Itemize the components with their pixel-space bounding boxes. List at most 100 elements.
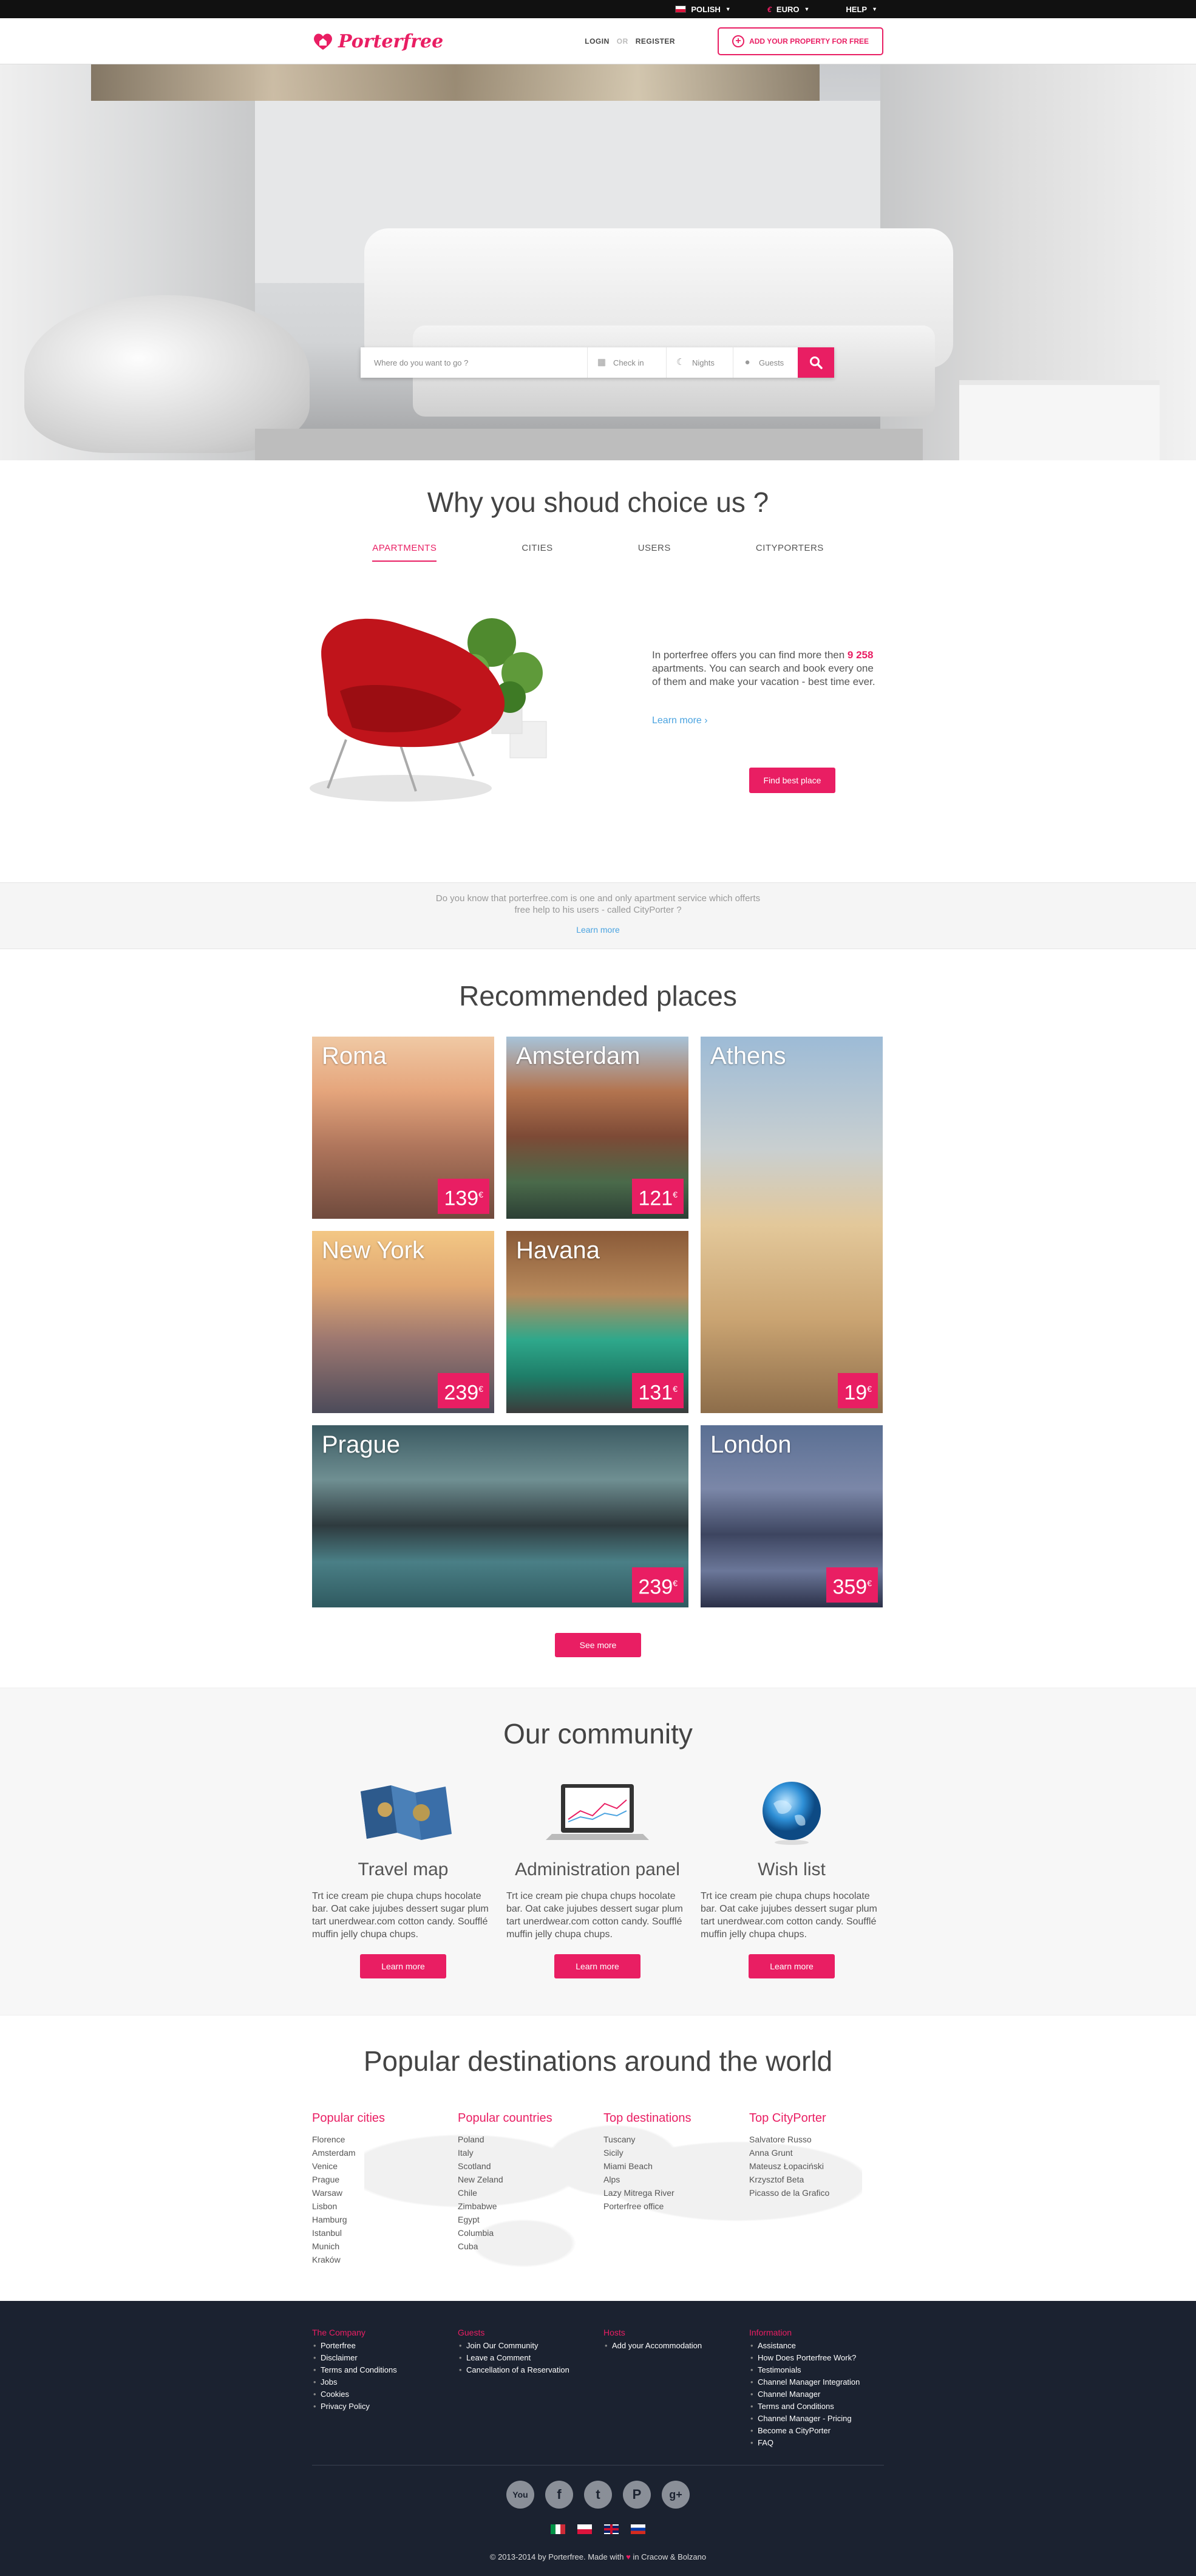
uk-flag-icon[interactable] bbox=[604, 2524, 619, 2534]
footer-link[interactable]: Become a CityPorter bbox=[749, 2425, 889, 2437]
destination-link[interactable]: Alps bbox=[603, 2173, 737, 2186]
destination-link[interactable]: Florence bbox=[312, 2133, 446, 2146]
poland-flag-icon[interactable] bbox=[577, 2524, 592, 2534]
place-card-london[interactable]: London 359€ bbox=[701, 1425, 883, 1607]
twitter-icon[interactable]: t bbox=[584, 2481, 612, 2509]
notice-learn-more-link[interactable]: Learn more bbox=[0, 924, 1196, 936]
destination-link[interactable]: Amsterdam bbox=[312, 2146, 446, 2159]
why-learn-more-link[interactable]: Learn more › bbox=[652, 715, 708, 726]
footer-company-column: The Company Porterfree Disclaimer Terms … bbox=[312, 2326, 452, 2413]
destination-link[interactable]: Poland bbox=[458, 2133, 591, 2146]
destination-link[interactable]: Munich bbox=[312, 2240, 446, 2253]
price-currency: € bbox=[478, 1383, 483, 1394]
nights-field[interactable]: ☾ Nights bbox=[667, 347, 733, 378]
place-card-new-york[interactable]: New York 239€ bbox=[312, 1231, 494, 1413]
footer-link[interactable]: Cookies bbox=[312, 2388, 452, 2401]
place-card-roma[interactable]: Roma 139€ bbox=[312, 1037, 494, 1219]
footer-link[interactable]: Disclaimer bbox=[312, 2352, 452, 2364]
pinterest-icon[interactable]: P bbox=[623, 2481, 651, 2509]
logo[interactable]: Porterfree bbox=[313, 31, 443, 52]
footer-link[interactable]: Terms and Conditions bbox=[312, 2364, 452, 2376]
register-link[interactable]: REGISTER bbox=[636, 37, 675, 46]
place-card-prague[interactable]: Prague 239€ bbox=[312, 1425, 688, 1607]
learn-more-button[interactable]: Learn more bbox=[554, 1954, 640, 1978]
footer-link[interactable]: How Does Porterfree Work? bbox=[749, 2352, 889, 2364]
destination-link[interactable]: Lisbon bbox=[312, 2199, 446, 2213]
top-bar: POLISH ▼ € EURO ▼ HELP ▼ bbox=[0, 0, 1196, 18]
cityporter-link[interactable]: Anna Grunt bbox=[749, 2146, 883, 2159]
tab-users[interactable]: USERS bbox=[638, 543, 671, 562]
why-description: In porterfree offers you can find more t… bbox=[652, 649, 883, 689]
googleplus-icon[interactable]: g+ bbox=[662, 2481, 690, 2509]
cityporter-link[interactable]: Picasso de la Grafico bbox=[749, 2186, 883, 2199]
learn-more-button[interactable]: Learn more bbox=[360, 1954, 446, 1978]
destination-link[interactable]: Hamburg bbox=[312, 2213, 446, 2226]
destination-link[interactable]: Chile bbox=[458, 2186, 591, 2199]
destination-link[interactable]: Zimbabwe bbox=[458, 2199, 591, 2213]
footer-link[interactable]: Cancellation of a Reservation bbox=[458, 2364, 597, 2376]
footer-link[interactable]: Channel Manager - Pricing bbox=[749, 2413, 889, 2425]
guests-field[interactable]: ● Guests bbox=[733, 347, 798, 378]
tab-cityporters[interactable]: CITYPORTERS bbox=[756, 543, 824, 562]
language-selector[interactable]: POLISH ▼ bbox=[675, 5, 731, 14]
footer-link[interactable]: Leave a Comment bbox=[458, 2352, 597, 2364]
cityporter-link[interactable]: Krzysztof Beta bbox=[749, 2173, 883, 2186]
footer-link[interactable]: Terms and Conditions bbox=[749, 2401, 889, 2413]
footer-link[interactable]: Jobs bbox=[312, 2376, 452, 2388]
place-card-athens[interactable]: Athens 19€ bbox=[701, 1037, 883, 1413]
footer-link[interactable]: Testimonials bbox=[749, 2364, 889, 2376]
currency-selector[interactable]: € EURO ▼ bbox=[767, 5, 810, 14]
destination-link[interactable]: Egypt bbox=[458, 2213, 591, 2226]
destination-link[interactable]: New Zeland bbox=[458, 2173, 591, 2186]
place-name: London bbox=[710, 1431, 792, 1458]
find-best-place-button[interactable]: Find best place bbox=[749, 768, 835, 793]
destination-link[interactable]: Venice bbox=[312, 2159, 446, 2173]
search-button[interactable] bbox=[798, 347, 834, 378]
destination-link[interactable]: Warsaw bbox=[312, 2186, 446, 2199]
destination-link[interactable]: Cuba bbox=[458, 2240, 591, 2253]
destination-link[interactable]: Prague bbox=[312, 2173, 446, 2186]
destination-link[interactable]: Kraków bbox=[312, 2253, 446, 2266]
destination-link[interactable]: Scotland bbox=[458, 2159, 591, 2173]
youtube-icon[interactable]: You bbox=[506, 2481, 534, 2509]
footer-link[interactable]: Assistance bbox=[749, 2340, 889, 2352]
italy-flag-icon[interactable] bbox=[551, 2524, 565, 2534]
footer-link[interactable]: Privacy Policy bbox=[312, 2401, 452, 2413]
destination-link[interactable]: Sicily bbox=[603, 2146, 737, 2159]
guests-label: Guests bbox=[759, 358, 784, 367]
destination-link[interactable]: Miami Beach bbox=[603, 2159, 737, 2173]
footer-link[interactable]: Join Our Community bbox=[458, 2340, 597, 2352]
destination-link[interactable]: Porterfree office bbox=[603, 2199, 737, 2213]
tab-cities[interactable]: CITIES bbox=[522, 543, 552, 562]
price-currency: € bbox=[867, 1578, 872, 1588]
footer-link[interactable]: Channel Manager Integration bbox=[749, 2376, 889, 2388]
cityporter-link[interactable]: Mateusz Łopaciński bbox=[749, 2159, 883, 2173]
nav-separator: OR bbox=[616, 37, 628, 46]
destination-link[interactable]: Tuscany bbox=[603, 2133, 737, 2146]
person-icon: ● bbox=[744, 357, 750, 367]
login-link[interactable]: LOGIN bbox=[585, 37, 610, 46]
cityporter-link[interactable]: Salvatore Russo bbox=[749, 2133, 883, 2146]
facebook-icon[interactable]: f bbox=[545, 2481, 573, 2509]
footer-link[interactable]: FAQ bbox=[749, 2437, 889, 2449]
russia-flag-icon[interactable] bbox=[631, 2524, 645, 2534]
place-card-havana[interactable]: Havana 131€ bbox=[506, 1231, 688, 1413]
hero-rug bbox=[255, 429, 923, 460]
tab-apartments[interactable]: APARTMENTS bbox=[372, 543, 437, 562]
copyright-location: in Cracow & Bolzano bbox=[630, 2552, 707, 2561]
place-card-amsterdam[interactable]: Amsterdam 121€ bbox=[506, 1037, 688, 1219]
apartment-count: 9 258 bbox=[847, 649, 874, 661]
footer-link[interactable]: Channel Manager bbox=[749, 2388, 889, 2401]
destination-link[interactable]: Italy bbox=[458, 2146, 591, 2159]
destination-link[interactable]: Istanbul bbox=[312, 2226, 446, 2240]
learn-more-button[interactable]: Learn more bbox=[749, 1954, 835, 1978]
destination-link[interactable]: Columbia bbox=[458, 2226, 591, 2240]
footer-link[interactable]: Add your Accommodation bbox=[603, 2340, 743, 2352]
footer-link[interactable]: Porterfree bbox=[312, 2340, 452, 2352]
see-more-button[interactable]: See more bbox=[555, 1633, 641, 1657]
destination-link[interactable]: Lazy Mitrega River bbox=[603, 2186, 737, 2199]
destination-input[interactable]: Where do you want to go ? bbox=[361, 347, 588, 378]
checkin-field[interactable]: ▦ Check in bbox=[588, 347, 667, 378]
help-menu[interactable]: HELP ▼ bbox=[846, 5, 877, 14]
add-property-button[interactable]: + ADD YOUR PROPERTY FOR FREE bbox=[718, 27, 883, 55]
